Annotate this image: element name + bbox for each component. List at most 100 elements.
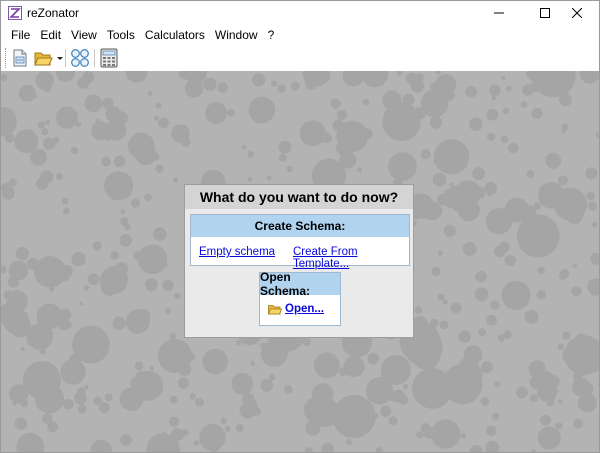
menu-window[interactable]: Window <box>210 25 263 45</box>
menu-tools[interactable]: Tools <box>102 25 140 45</box>
bubble-decoration <box>104 393 113 402</box>
bubble-decoration <box>551 165 557 170</box>
bubble-decoration <box>592 221 598 228</box>
bubble-decoration <box>314 352 340 379</box>
bubble-decoration <box>420 149 431 160</box>
bubble-decoration <box>105 121 119 136</box>
bubble-decoration <box>137 308 151 322</box>
bubble-decoration <box>239 401 257 419</box>
toolbar-grip[interactable] <box>5 48 8 68</box>
bubble-decoration <box>155 102 162 109</box>
bubble-decoration <box>251 73 266 87</box>
bubble-decoration <box>144 278 158 292</box>
bubble-decoration <box>402 93 415 106</box>
bubble-decoration <box>403 383 409 390</box>
bubble-decoration <box>330 98 341 109</box>
bubble-decoration <box>149 366 154 371</box>
bubble-decoration <box>169 332 177 340</box>
bubble-decoration <box>77 77 90 89</box>
open-schema-button[interactable] <box>32 47 54 69</box>
menu-view[interactable]: View <box>66 25 102 45</box>
bubble-decoration <box>321 442 334 452</box>
bubble-decoration <box>43 137 56 150</box>
workspace-area: What do you want to do now? Create Schem… <box>1 71 599 452</box>
bubble-decoration <box>120 209 126 214</box>
calculator-button[interactable] <box>98 47 120 69</box>
bubble-decoration <box>469 117 483 131</box>
bubble-decoration <box>586 191 596 201</box>
bubble-decoration <box>247 150 255 158</box>
bubble-decoration <box>15 246 29 261</box>
bubble-decoration <box>472 167 486 181</box>
bubble-decoration <box>90 439 112 452</box>
open-dropdown-chevron-down-icon[interactable] <box>57 57 63 60</box>
bubble-decoration <box>397 109 405 116</box>
bubble-decoration <box>124 223 131 231</box>
bubble-decoration <box>260 379 274 392</box>
menu-file[interactable]: File <box>6 25 35 45</box>
bubble-decoration <box>71 251 86 267</box>
maximize-icon <box>540 8 550 18</box>
bubble-decoration <box>180 137 191 147</box>
bubble-decoration <box>449 182 454 187</box>
bubble-decoration <box>573 418 584 429</box>
bubble-decoration <box>480 361 493 374</box>
bubble-decoration <box>42 413 53 424</box>
bubble-decoration <box>137 244 168 275</box>
bubble-decoration <box>559 273 566 280</box>
bubble-decoration <box>463 345 483 365</box>
bubble-decoration <box>35 71 54 90</box>
bubble-decoration <box>266 175 272 181</box>
menu-edit[interactable]: Edit <box>35 25 66 45</box>
bubble-decoration <box>490 300 500 310</box>
bubble-decoration <box>235 424 244 433</box>
bubble-decoration <box>525 71 533 78</box>
open-link-label: Open... <box>285 303 324 315</box>
create-schema-header: Create Schema: <box>191 215 409 237</box>
create-from-template-link[interactable]: Create From Template... <box>293 246 409 270</box>
bubble-decoration <box>59 271 70 282</box>
bubble-decoration <box>557 343 565 350</box>
bubble-decoration <box>435 71 442 75</box>
bubble-decoration <box>559 93 572 107</box>
bubble-decoration <box>324 137 329 143</box>
bubble-decoration <box>181 428 189 436</box>
bubble-decoration <box>70 146 79 155</box>
minimize-button[interactable] <box>477 1 521 25</box>
bubble-decoration <box>151 152 160 161</box>
new-schema-button[interactable] <box>9 47 31 69</box>
empty-schema-link[interactable]: Empty schema <box>199 246 275 258</box>
menu-help[interactable]: ? <box>263 25 280 45</box>
bubble-decoration <box>26 258 39 270</box>
bubble-decoration <box>321 73 331 82</box>
bubble-decoration <box>18 84 36 102</box>
app-window: reZonator File Edit View Tools Calculato… <box>0 0 600 453</box>
bubble-decoration <box>1 106 17 137</box>
bubble-decoration <box>247 176 253 182</box>
bubble-decoration <box>203 77 217 91</box>
close-button[interactable] <box>555 1 599 25</box>
dialog-title: What do you want to do now? <box>185 185 413 209</box>
bubble-decoration <box>102 97 114 110</box>
bubble-decoration <box>172 177 179 183</box>
bubble-decoration <box>55 172 64 181</box>
bubble-decoration <box>431 266 441 276</box>
toolbar-separator <box>65 49 66 67</box>
bubble-decoration <box>65 321 72 328</box>
bubble-decoration <box>250 360 256 367</box>
bubble-decoration <box>7 187 15 194</box>
bubble-decoration <box>380 355 411 385</box>
bubble-decoration <box>480 397 490 406</box>
bubble-decoration <box>241 144 247 150</box>
bubble-decoration <box>397 71 403 76</box>
open-link[interactable]: Open... <box>268 303 324 315</box>
bubble-decoration <box>520 101 528 108</box>
bubble-decoration <box>4 304 15 315</box>
bubble-decoration <box>590 252 599 265</box>
elements-button[interactable] <box>69 47 91 69</box>
bubble-decoration <box>557 175 569 186</box>
menu-calculators[interactable]: Calculators <box>140 25 210 45</box>
bubble-decoration <box>125 71 148 83</box>
bubble-decoration <box>1 73 8 82</box>
bubble-decoration <box>8 260 29 281</box>
